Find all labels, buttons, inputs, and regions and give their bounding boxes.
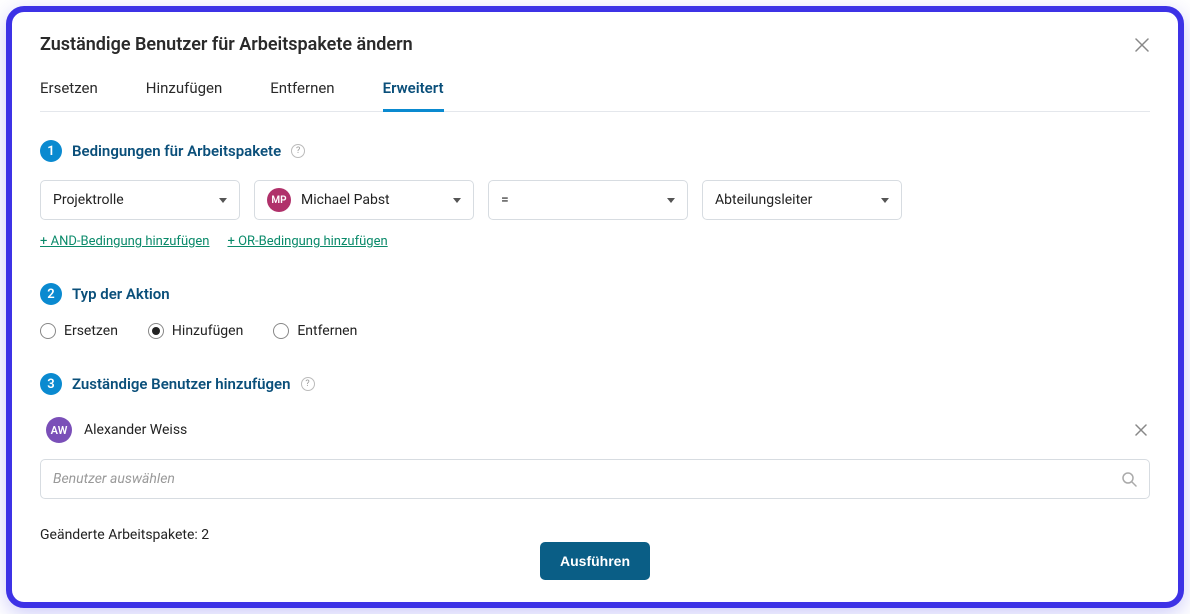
avatar: MP: [267, 188, 291, 212]
chevron-down-icon: [881, 198, 889, 203]
search-placeholder: Benutzer auswählen: [53, 471, 175, 487]
condition-field-select[interactable]: Projektrolle: [40, 180, 240, 220]
condition-value-select[interactable]: Abteilungsleiter: [702, 180, 902, 220]
add-or-condition-link[interactable]: + OR-Bedingung hinzufügen: [228, 234, 388, 249]
tab-remove[interactable]: Entfernen: [270, 79, 334, 112]
radio-replace[interactable]: Ersetzen: [40, 323, 118, 339]
avatar: AW: [46, 417, 72, 443]
tabs: Ersetzen Hinzufügen Entfernen Erweitert: [40, 79, 1150, 112]
changed-count-label: Geänderte Arbeitspakete: 2: [40, 527, 1150, 543]
radio-remove-label: Entfernen: [297, 323, 357, 339]
help-icon[interactable]: ?: [301, 377, 315, 391]
execute-button[interactable]: Ausführen: [540, 542, 650, 580]
chevron-down-icon: [453, 198, 461, 203]
selected-user-name: Alexander Weiss: [84, 422, 187, 438]
condition-operator-value: =: [501, 192, 509, 208]
condition-user-select[interactable]: MP Michael Pabst: [254, 180, 474, 220]
add-and-condition-link[interactable]: + AND-Bedingung hinzufügen: [40, 234, 210, 249]
condition-field-value: Projektrolle: [53, 192, 124, 208]
condition-value: Abteilungsleiter: [715, 192, 812, 208]
step-3-title: Zuständige Benutzer hinzufügen: [72, 375, 291, 393]
step-1-title: Bedingungen für Arbeitspakete: [72, 142, 281, 160]
condition-operator-select[interactable]: =: [488, 180, 688, 220]
radio-add[interactable]: Hinzufügen: [148, 323, 243, 339]
step-1-badge: 1: [40, 140, 62, 162]
step-2-title: Typ der Aktion: [72, 285, 170, 303]
condition-user-value: Michael Pabst: [301, 192, 390, 208]
step-3-badge: 3: [40, 373, 62, 395]
help-icon[interactable]: ?: [291, 144, 305, 158]
user-search-input[interactable]: Benutzer auswählen: [40, 459, 1150, 499]
tab-replace[interactable]: Ersetzen: [40, 79, 98, 112]
search-icon: [1121, 471, 1137, 487]
tab-add[interactable]: Hinzufügen: [146, 79, 223, 112]
step-2-badge: 2: [40, 283, 62, 305]
modal-title: Zuständige Benutzer für Arbeitspakete än…: [40, 34, 413, 55]
radio-add-label: Hinzufügen: [172, 323, 243, 339]
radio-remove[interactable]: Entfernen: [273, 323, 357, 339]
remove-user-icon[interactable]: [1134, 423, 1148, 437]
chevron-down-icon: [219, 198, 227, 203]
close-icon[interactable]: [1134, 37, 1150, 53]
chevron-down-icon: [667, 198, 675, 203]
radio-replace-label: Ersetzen: [64, 323, 118, 339]
tab-advanced[interactable]: Erweitert: [383, 79, 444, 112]
